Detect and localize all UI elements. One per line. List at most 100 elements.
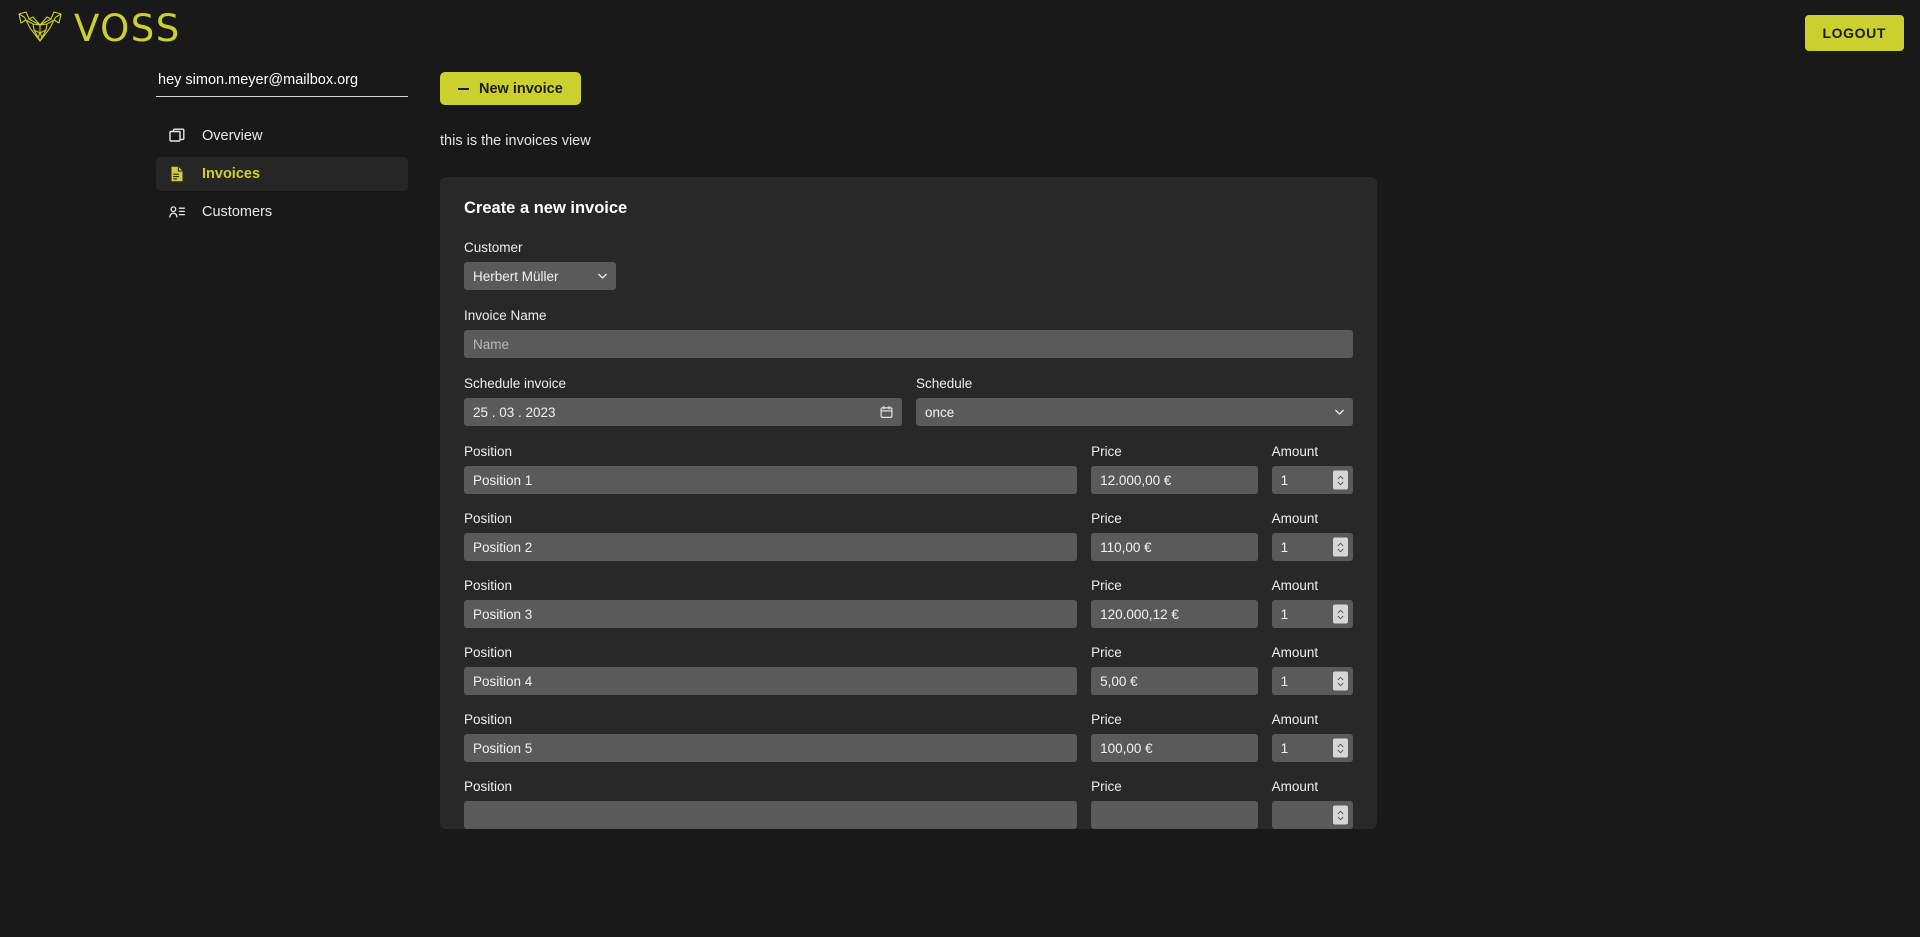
- position-row: Position Price Amount: [464, 779, 1353, 829]
- sidebar-item-label: Customers: [202, 204, 272, 220]
- spinner-up-icon[interactable]: [1337, 542, 1344, 546]
- amount-label: Amount: [1272, 578, 1353, 593]
- position-name-group: Position: [464, 645, 1077, 695]
- customer-select[interactable]: Herbert Müller: [464, 262, 616, 290]
- number-spinner[interactable]: [1333, 672, 1348, 691]
- position-name-input[interactable]: [464, 600, 1077, 628]
- customer-select-wrapper[interactable]: Herbert Müller: [464, 262, 616, 290]
- spinner-up-icon[interactable]: [1337, 743, 1344, 747]
- price-label: Price: [1091, 645, 1258, 660]
- position-name-input[interactable]: [464, 667, 1077, 695]
- sidebar-item-customers[interactable]: Customers: [156, 195, 408, 229]
- number-spinner[interactable]: [1333, 471, 1348, 490]
- number-spinner[interactable]: [1333, 739, 1348, 758]
- position-name-group: Position: [464, 712, 1077, 762]
- position-price-input[interactable]: [1091, 667, 1258, 695]
- price-label: Price: [1091, 779, 1258, 794]
- windows-copy-icon: [168, 127, 186, 145]
- invoice-name-input[interactable]: [464, 330, 1353, 358]
- position-amount-group: Amount: [1272, 645, 1353, 695]
- amount-label: Amount: [1272, 712, 1353, 727]
- position-price-group: Price: [1091, 578, 1258, 628]
- amount-input-wrapper[interactable]: [1272, 600, 1353, 628]
- spinner-up-icon[interactable]: [1337, 609, 1344, 613]
- spinner-up-icon[interactable]: [1337, 676, 1344, 680]
- position-label: Position: [464, 712, 1077, 727]
- position-name-group: Position: [464, 511, 1077, 561]
- amount-input-wrapper[interactable]: [1272, 466, 1353, 494]
- position-amount-group: Amount: [1272, 578, 1353, 628]
- card-title: Create a new invoice: [464, 199, 1353, 218]
- document-icon: [168, 165, 186, 183]
- amount-input-wrapper[interactable]: [1272, 734, 1353, 762]
- position-price-group: Price: [1091, 444, 1258, 494]
- main-content: New invoice this is the invoices view Cr…: [440, 72, 1880, 846]
- spinner-down-icon[interactable]: [1337, 682, 1344, 686]
- sidebar-item-overview[interactable]: Overview: [156, 119, 408, 153]
- number-spinner[interactable]: [1333, 605, 1348, 624]
- schedule-row: Schedule invoice Schedule: [464, 376, 1353, 426]
- spinner-down-icon[interactable]: [1337, 615, 1344, 619]
- number-spinner[interactable]: [1333, 806, 1348, 825]
- top-bar: VOSS LOGOUT: [0, 0, 1920, 61]
- position-price-group: Price: [1091, 511, 1258, 561]
- position-name-group: Position: [464, 444, 1077, 494]
- position-amount-group: Amount: [1272, 712, 1353, 762]
- position-price-input[interactable]: [1091, 533, 1258, 561]
- logout-button[interactable]: LOGOUT: [1805, 15, 1904, 51]
- position-row: Position Price Amount: [464, 578, 1353, 628]
- brand-logo[interactable]: VOSS: [16, 8, 181, 48]
- sidebar-item-label: Invoices: [202, 166, 260, 182]
- position-label: Position: [464, 645, 1077, 660]
- position-label: Position: [464, 578, 1077, 593]
- amount-label: Amount: [1272, 779, 1353, 794]
- position-name-input[interactable]: [464, 801, 1077, 829]
- position-name-group: Position: [464, 779, 1077, 829]
- customer-field-group: Customer Herbert Müller: [464, 240, 1353, 290]
- number-spinner[interactable]: [1333, 538, 1348, 557]
- position-row: Position Price Amount: [464, 712, 1353, 762]
- new-invoice-button[interactable]: New invoice: [440, 72, 581, 105]
- brand-name: VOSS: [74, 10, 181, 47]
- amount-input-wrapper[interactable]: [1272, 801, 1353, 829]
- positions-list: Position Price Amount: [464, 444, 1353, 829]
- amount-input-wrapper[interactable]: [1272, 667, 1353, 695]
- position-name-input[interactable]: [464, 466, 1077, 494]
- amount-label: Amount: [1272, 444, 1353, 459]
- amount-input-wrapper[interactable]: [1272, 533, 1353, 561]
- customer-label: Customer: [464, 240, 1353, 255]
- invoice-name-field-group: Invoice Name: [464, 308, 1353, 358]
- position-price-input[interactable]: [1091, 734, 1258, 762]
- position-row: Position Price Amount: [464, 645, 1353, 695]
- position-price-input[interactable]: [1091, 466, 1258, 494]
- new-invoice-button-label: New invoice: [479, 81, 563, 97]
- sidebar-nav: Overview Invoices: [156, 119, 408, 229]
- spinner-down-icon[interactable]: [1337, 548, 1344, 552]
- sidebar: hey simon.meyer@mailbox.org Overview: [156, 72, 408, 233]
- spinner-down-icon[interactable]: [1337, 816, 1344, 820]
- date-input-wrapper[interactable]: [464, 398, 902, 426]
- create-invoice-card: Create a new invoice Customer Herbert Mü…: [440, 177, 1377, 829]
- dash-icon: [458, 88, 469, 90]
- position-price-input[interactable]: [1091, 600, 1258, 628]
- price-label: Price: [1091, 712, 1258, 727]
- price-label: Price: [1091, 511, 1258, 526]
- position-price-group: Price: [1091, 645, 1258, 695]
- user-greeting: hey simon.meyer@mailbox.org: [156, 72, 408, 97]
- schedule-select-wrapper[interactable]: once: [916, 398, 1353, 426]
- spinner-down-icon[interactable]: [1337, 749, 1344, 753]
- price-label: Price: [1091, 578, 1258, 593]
- sidebar-item-invoices[interactable]: Invoices: [156, 157, 408, 191]
- spinner-up-icon[interactable]: [1337, 810, 1344, 814]
- position-name-input[interactable]: [464, 734, 1077, 762]
- position-amount-group: Amount: [1272, 779, 1353, 829]
- spinner-up-icon[interactable]: [1337, 475, 1344, 479]
- position-name-input[interactable]: [464, 533, 1077, 561]
- position-price-input[interactable]: [1091, 801, 1258, 829]
- spinner-down-icon[interactable]: [1337, 481, 1344, 485]
- position-row: Position Price Amount: [464, 511, 1353, 561]
- schedule-invoice-label: Schedule invoice: [464, 376, 902, 391]
- schedule-invoice-date-input[interactable]: [464, 398, 902, 426]
- position-amount-group: Amount: [1272, 511, 1353, 561]
- schedule-select[interactable]: once: [916, 398, 1353, 426]
